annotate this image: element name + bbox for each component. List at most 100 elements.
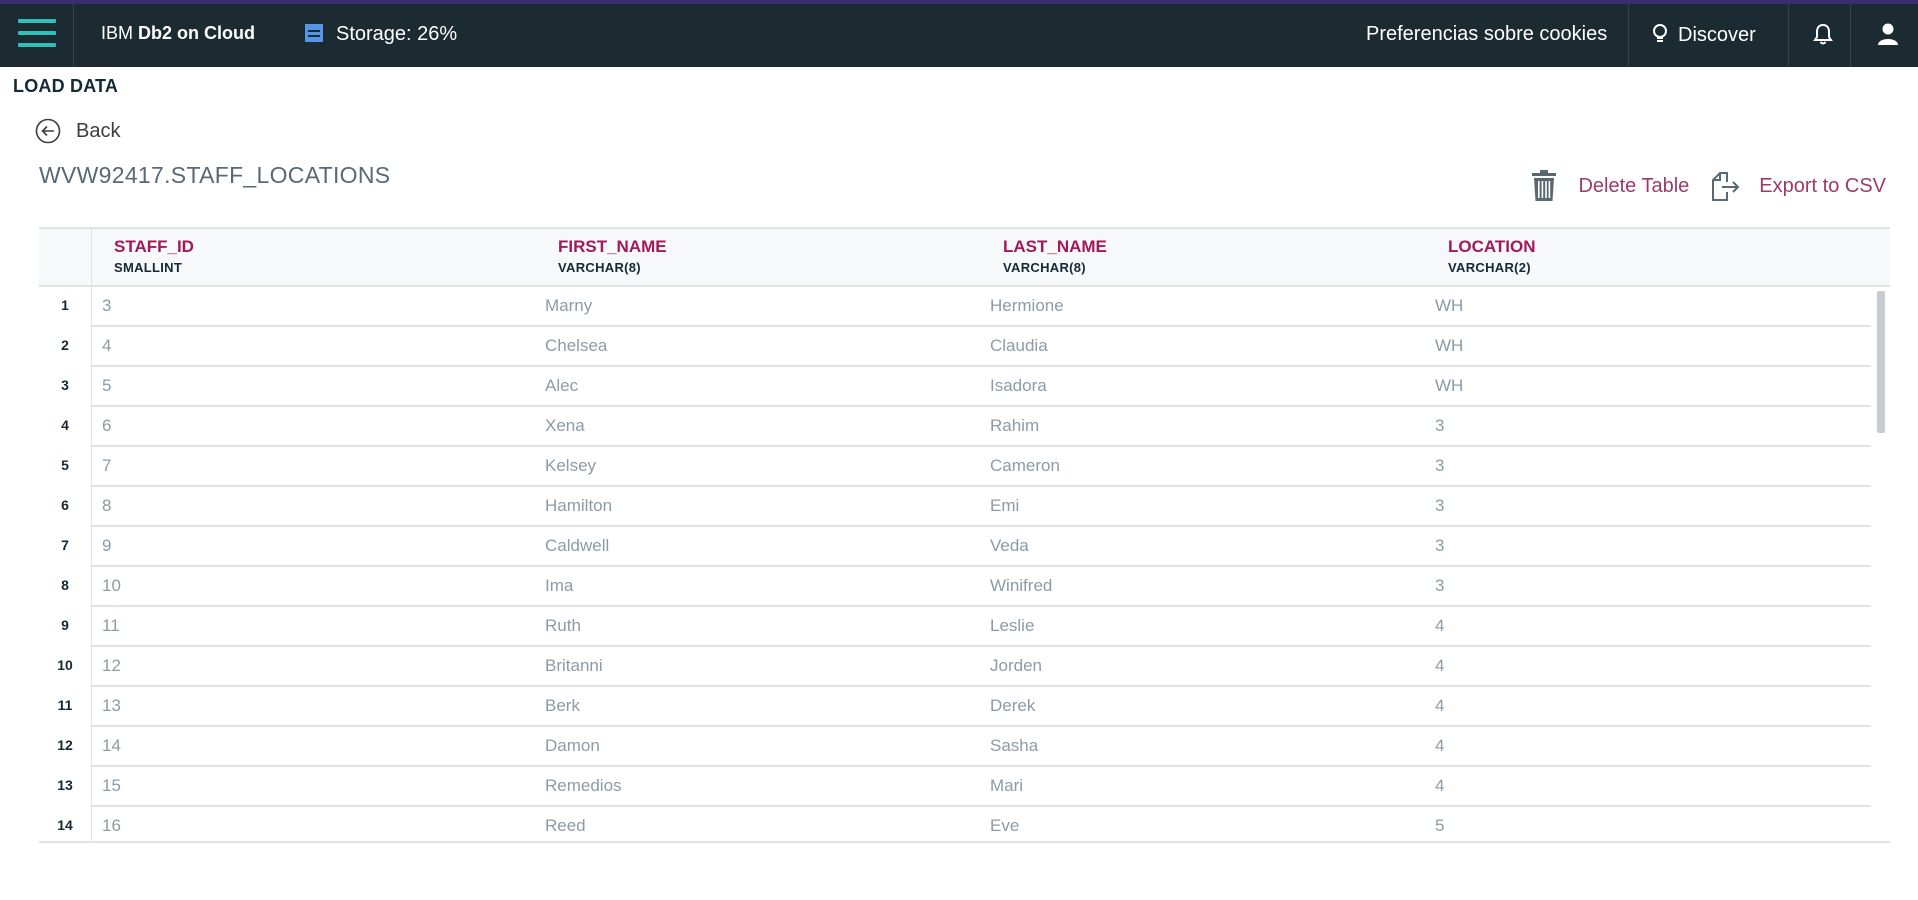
cell-staff-id[interactable]: 7 xyxy=(102,456,111,476)
cell-first-name[interactable]: Caldwell xyxy=(545,536,609,556)
table-row[interactable]: 8 10 Ima Winifred 3 xyxy=(39,567,1871,607)
trash-icon xyxy=(1532,170,1557,201)
cell-last-name[interactable]: Veda xyxy=(990,536,1029,556)
cell-location[interactable]: 3 xyxy=(1435,496,1444,516)
product-brand[interactable]: IBM Db2 on Cloud xyxy=(101,23,255,44)
column-header-last-name[interactable]: LAST_NAME VARCHAR(8) xyxy=(1003,237,1107,275)
hamburger-line xyxy=(18,31,56,35)
table-row[interactable]: 11 13 Berk Derek 4 xyxy=(39,687,1871,727)
cell-first-name[interactable]: Reed xyxy=(545,816,586,836)
cell-staff-id[interactable]: 16 xyxy=(102,816,121,836)
cell-first-name[interactable]: Berk xyxy=(545,696,580,716)
cell-first-name[interactable]: Chelsea xyxy=(545,336,607,356)
column-header-staff-id[interactable]: STAFF_ID SMALLINT xyxy=(114,237,194,275)
column-type: VARCHAR(8) xyxy=(1003,260,1086,275)
table-row[interactable]: 10 12 Britanni Jorden 4 xyxy=(39,647,1871,687)
table-row[interactable]: 14 16 Reed Eve 5 xyxy=(39,807,1871,841)
cell-location[interactable]: 4 xyxy=(1435,736,1444,756)
cell-location[interactable]: WH xyxy=(1435,336,1463,356)
cell-staff-id[interactable]: 11 xyxy=(102,616,120,636)
cell-staff-id[interactable]: 3 xyxy=(102,296,111,316)
cookie-preferences-link[interactable]: Preferencias sobre cookies xyxy=(1366,23,1607,46)
cell-last-name[interactable]: Eve xyxy=(990,816,1019,836)
cell-last-name[interactable]: Jorden xyxy=(990,656,1042,676)
cell-last-name[interactable]: Mari xyxy=(990,776,1023,796)
table-row[interactable]: 5 7 Kelsey Cameron 3 xyxy=(39,447,1871,487)
table-row[interactable]: 2 4 Chelsea Claudia WH xyxy=(39,327,1871,367)
cell-staff-id[interactable]: 10 xyxy=(102,576,121,596)
table-body[interactable]: 1 3 Marny Hermione WH 2 4 Chelsea Claudi… xyxy=(39,287,1890,841)
cell-location[interactable]: 4 xyxy=(1435,616,1444,636)
cell-last-name[interactable]: Claudia xyxy=(990,336,1048,356)
table-row[interactable]: 4 6 Xena Rahim 3 xyxy=(39,407,1871,447)
cell-location[interactable]: 3 xyxy=(1435,536,1444,556)
table-row[interactable]: 12 14 Damon Sasha 4 xyxy=(39,727,1871,767)
brand-prefix: IBM xyxy=(101,23,134,43)
storage-icon xyxy=(305,24,323,42)
cell-staff-id[interactable]: 6 xyxy=(102,416,111,436)
cell-first-name[interactable]: Xena xyxy=(545,416,585,436)
table-row[interactable]: 7 9 Caldwell Veda 3 xyxy=(39,527,1871,567)
row-number: 14 xyxy=(57,817,73,833)
cell-location[interactable]: WH xyxy=(1435,296,1463,316)
cell-first-name[interactable]: Hamilton xyxy=(545,496,612,516)
cell-staff-id[interactable]: 13 xyxy=(102,696,121,716)
cell-first-name[interactable]: Britanni xyxy=(545,656,603,676)
row-number: 7 xyxy=(61,537,69,553)
cell-staff-id[interactable]: 15 xyxy=(102,776,121,796)
cell-staff-id[interactable]: 9 xyxy=(102,536,111,556)
cell-staff-id[interactable]: 14 xyxy=(102,736,121,756)
table-row[interactable]: 6 8 Hamilton Emi 3 xyxy=(39,487,1871,527)
column-name: STAFF_ID xyxy=(114,237,194,256)
cell-last-name[interactable]: Hermione xyxy=(990,296,1064,316)
cell-last-name[interactable]: Cameron xyxy=(990,456,1060,476)
menu-button[interactable] xyxy=(0,4,74,67)
cell-first-name[interactable]: Ima xyxy=(545,576,573,596)
cell-last-name[interactable]: Emi xyxy=(990,496,1019,516)
data-table: STAFF_ID SMALLINT FIRST_NAME VARCHAR(8) … xyxy=(39,227,1890,843)
row-number: 1 xyxy=(61,297,69,313)
row-number: 6 xyxy=(61,497,69,513)
table-row[interactable]: 13 15 Remedios Mari 4 xyxy=(39,767,1871,807)
cell-staff-id[interactable]: 12 xyxy=(102,656,121,676)
cell-last-name[interactable]: Leslie xyxy=(990,616,1034,636)
cell-last-name[interactable]: Derek xyxy=(990,696,1035,716)
notifications-button[interactable] xyxy=(1812,22,1834,51)
cell-location[interactable]: 4 xyxy=(1435,696,1444,716)
cell-last-name[interactable]: Sasha xyxy=(990,736,1038,756)
cell-last-name[interactable]: Rahim xyxy=(990,416,1039,436)
row-number: 12 xyxy=(57,737,73,753)
export-csv-button[interactable]: Export to CSV xyxy=(1689,170,1886,202)
cell-first-name[interactable]: Ruth xyxy=(545,616,581,636)
cell-location[interactable]: 3 xyxy=(1435,576,1444,596)
cell-first-name[interactable]: Alec xyxy=(545,376,578,396)
column-header-first-name[interactable]: FIRST_NAME VARCHAR(8) xyxy=(558,237,667,275)
cell-location[interactable]: 3 xyxy=(1435,456,1444,476)
table-row[interactable]: 9 11 Ruth Leslie 4 xyxy=(39,607,1871,647)
storage-indicator[interactable]: Storage: 26% xyxy=(304,23,457,46)
cell-location[interactable]: 4 xyxy=(1435,656,1444,676)
column-header-location[interactable]: LOCATION VARCHAR(2) xyxy=(1448,237,1536,275)
cell-staff-id[interactable]: 8 xyxy=(102,496,111,516)
cell-first-name[interactable]: Remedios xyxy=(545,776,622,796)
cell-staff-id[interactable]: 4 xyxy=(102,336,111,356)
cell-first-name[interactable]: Damon xyxy=(545,736,600,756)
back-button[interactable]: Back xyxy=(35,118,120,144)
cell-location[interactable]: WH xyxy=(1435,376,1463,396)
table-row[interactable]: 3 5 Alec Isadora WH xyxy=(39,367,1871,407)
user-profile-button[interactable] xyxy=(1876,22,1900,51)
delete-table-button[interactable]: Delete Table xyxy=(1532,170,1689,202)
discover-button[interactable]: Discover xyxy=(1652,23,1756,47)
cell-location[interactable]: 3 xyxy=(1435,416,1444,436)
column-name: LAST_NAME xyxy=(1003,237,1107,256)
cell-last-name[interactable]: Winifred xyxy=(990,576,1052,596)
vertical-scrollbar[interactable] xyxy=(1877,291,1885,433)
table-row[interactable]: 1 3 Marny Hermione WH xyxy=(39,287,1871,327)
cell-first-name[interactable]: Marny xyxy=(545,296,592,316)
cell-last-name[interactable]: Isadora xyxy=(990,376,1047,396)
cell-location[interactable]: 4 xyxy=(1435,776,1444,796)
cell-first-name[interactable]: Kelsey xyxy=(545,456,596,476)
cell-staff-id[interactable]: 5 xyxy=(102,376,111,396)
cell-location[interactable]: 5 xyxy=(1435,816,1444,836)
storage-label: Storage: 26% xyxy=(336,23,458,45)
